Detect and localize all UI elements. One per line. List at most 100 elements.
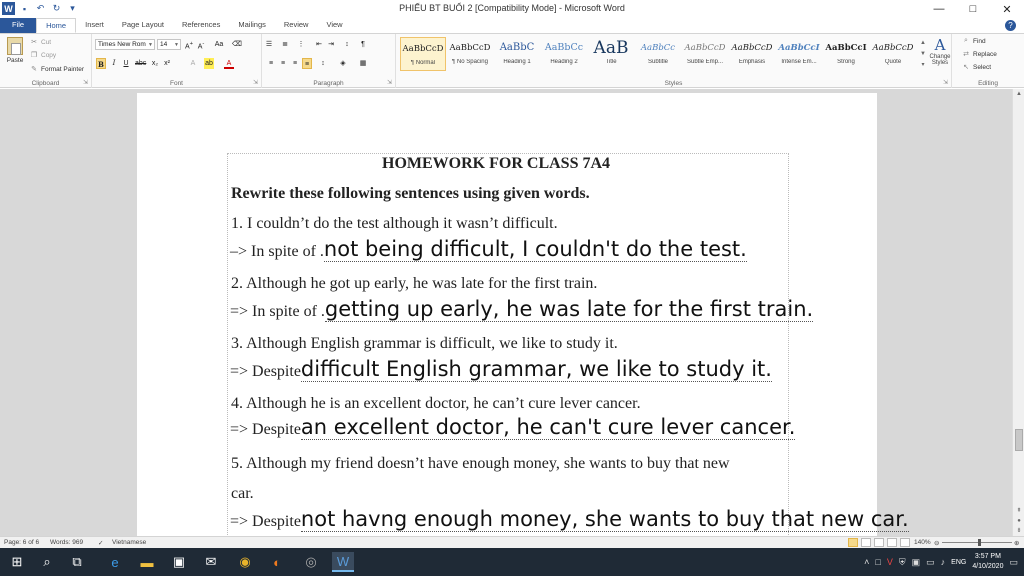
borders-icon[interactable]: ▦ [358,58,368,69]
zoom-in-icon[interactable]: ⊕ [1014,539,1019,547]
store-icon[interactable]: ▣ [168,552,190,572]
tab-home[interactable]: Home [36,18,77,33]
copy-button[interactable]: ❐ Copy [30,51,56,60]
tab-review[interactable]: Review [275,18,318,33]
help-icon[interactable]: ? [1005,20,1016,31]
zoom-slider-thumb[interactable] [978,539,981,546]
document-page[interactable]: HOMEWORK FOR CLASS 7A4 Rewrite these fol… [137,93,909,536]
tray-app-icon[interactable]: □ [875,557,880,567]
font-name-combo[interactable]: Times New Rom ▼ [95,39,155,50]
align-left-icon[interactable]: ≡ [266,58,276,69]
dialog-launcher-icon[interactable]: ⇲ [253,79,258,86]
next-page-icon[interactable]: ⇟ [1013,526,1024,536]
shield-icon[interactable]: ⛨ [899,557,906,568]
antivirus-icon[interactable]: V [887,557,893,567]
word-app-icon[interactable]: W [332,552,354,572]
show-formatting-icon[interactable]: ¶ [358,39,368,50]
zoom-slider[interactable] [942,539,1012,546]
scroll-thumb[interactable] [1015,429,1023,451]
align-right-icon[interactable]: ≡ [290,58,300,69]
dialog-launcher-icon[interactable]: ⇲ [387,79,392,86]
decrease-indent-icon[interactable]: ⇤ [314,39,324,50]
tab-insert[interactable]: Insert [76,18,113,33]
search-icon[interactable]: ⌕ [36,552,58,572]
style-no-spacing[interactable]: AaBbCcD ¶ No Spacing [447,37,493,71]
style-strong[interactable]: AaBbCcI Strong [823,37,869,71]
draft-view-icon[interactable] [900,538,910,547]
line-spacing-icon[interactable]: ↕ [318,58,328,69]
previous-page-icon[interactable]: ⇞ [1013,506,1024,516]
underline-button[interactable]: U [121,58,131,69]
strikethrough-icon[interactable]: abc [135,58,146,69]
cut-button[interactable]: ✂ Cut [30,38,51,47]
windows-start-icon[interactable]: ⊞ [6,552,28,572]
multilevel-list-icon[interactable]: ⋮ [296,39,306,50]
vertical-scrollbar[interactable]: ▲ ⇞ ● ⇟ [1012,89,1024,536]
firefox-icon[interactable]: ◐ [266,552,288,572]
highlight-color-icon[interactable]: ab [204,58,214,69]
grow-font-icon[interactable]: A+ [184,39,194,50]
sort-icon[interactable]: ↕ [342,39,352,50]
font-color-icon[interactable]: A [224,58,234,69]
chrome-icon[interactable]: ◉ [234,552,256,572]
styles-gallery-scroll[interactable]: ▲ ▼ ▾ [918,38,928,71]
clear-formatting-icon[interactable]: ⌫ [232,39,242,50]
close-button[interactable]: ✕ [990,0,1024,18]
web-layout-icon[interactable] [874,538,884,547]
notifications-icon[interactable]: ▭ [1009,557,1018,568]
bold-button[interactable]: B [96,58,106,69]
tab-page-layout[interactable]: Page Layout [113,18,173,33]
style-normal[interactable]: AaBbCcD ¶ Normal [400,37,446,71]
tab-file[interactable]: File [0,18,37,33]
minimize-button[interactable]: — [922,0,956,18]
chevron-up-icon[interactable]: ˄ [864,557,869,567]
style-heading-2[interactable]: AaBbCc Heading 2 [541,37,587,71]
text-effects-icon[interactable]: A [188,58,198,69]
change-case-icon[interactable]: Aa [212,39,226,50]
style-intense-emphasis[interactable]: AaBbCcI Intense Em... [776,37,822,71]
bullets-icon[interactable]: ☰ [264,39,274,50]
zoom-out-icon[interactable]: ⊖ [934,539,939,547]
task-view-icon[interactable]: ⧉ [66,552,88,572]
language[interactable]: Vietnamese [112,539,146,546]
replace-button[interactable]: ⇄ Replace [962,50,997,59]
style-heading-1[interactable]: AaBbC Heading 1 [494,37,540,71]
style-title[interactable]: AaB Title [588,37,634,71]
zoom-level[interactable]: 140% [914,539,931,546]
app-icon[interactable]: ◎ [300,552,322,572]
edge-browser-icon[interactable]: e [104,552,126,572]
proofing-icon[interactable]: ✓ [98,539,103,547]
style-subtitle[interactable]: AaBbCc Subtitle [635,37,681,71]
change-styles-button[interactable]: A Change Styles [928,36,952,66]
word-count[interactable]: Words: 969 [50,539,83,546]
more-icon[interactable]: ▾ [918,60,928,71]
volume-icon[interactable]: ♪ [941,557,946,567]
select-browse-object-icon[interactable]: ● [1013,516,1024,526]
maximize-button[interactable]: □ [956,0,990,18]
paste-button[interactable]: Paste [4,37,26,64]
network-icon[interactable]: ▭ [926,557,935,568]
full-screen-reading-icon[interactable] [861,538,871,547]
dialog-launcher-icon[interactable]: ⇲ [83,79,88,86]
shading-icon[interactable]: ◈ [338,58,348,69]
page-count[interactable]: Page: 6 of 6 [4,539,39,546]
format-painter-button[interactable]: ✎ Format Painter [30,65,84,74]
style-emphasis[interactable]: AaBbCcD Emphasis [729,37,775,71]
tab-mailings[interactable]: Mailings [229,18,275,33]
subscript-icon[interactable]: x₂ [150,58,160,69]
style-subtle-emphasis[interactable]: AaBbCcD Subtle Emp... [682,37,728,71]
justify-icon[interactable]: ≡ [302,58,312,69]
tab-view[interactable]: View [317,18,351,33]
dialog-launcher-icon[interactable]: ⇲ [943,79,948,86]
outline-view-icon[interactable] [887,538,897,547]
chevron-down-icon[interactable]: ▼ [918,49,928,60]
clock[interactable]: 3:57 PM 4/10/2020 [972,552,1003,572]
font-size-combo[interactable]: 14 ▼ [157,39,181,50]
italic-button[interactable]: I [109,58,119,69]
align-center-icon[interactable]: ≡ [278,58,288,69]
input-language[interactable]: ENG [951,559,966,566]
style-quote[interactable]: AaBbCcD Quote [870,37,916,71]
increase-indent-icon[interactable]: ⇥ [326,39,336,50]
scroll-up-icon[interactable]: ▲ [1013,89,1024,99]
mail-icon[interactable]: ✉ [200,552,222,572]
